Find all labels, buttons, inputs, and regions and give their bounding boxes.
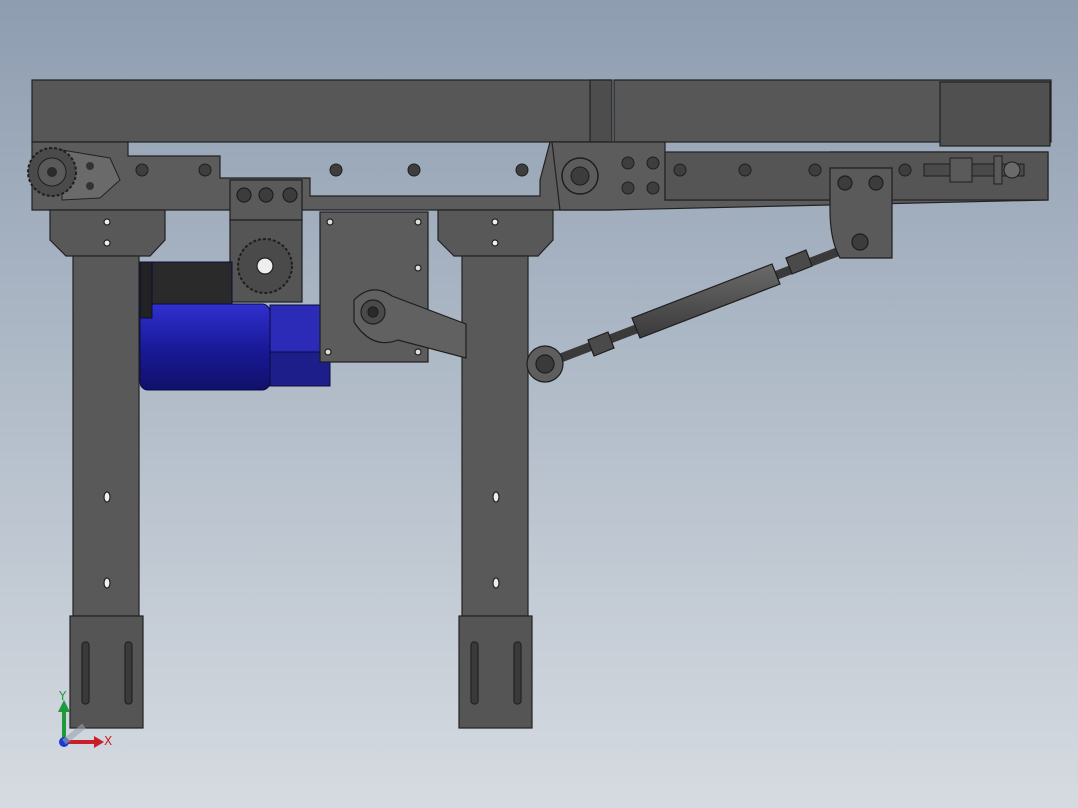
- leg-left: [69, 255, 144, 729]
- axis-x-label: X: [104, 734, 112, 748]
- conveyor-beam: [31, 79, 1052, 211]
- axis-y-label: Y: [58, 689, 67, 703]
- cad-viewport[interactable]: Y X: [0, 0, 1078, 808]
- adjustable-strut: [526, 239, 860, 383]
- strut-mount: [829, 167, 893, 259]
- pivot-hub: [561, 157, 599, 195]
- conveyor-model: Y X: [27, 79, 1052, 748]
- leg-middle: [458, 255, 533, 729]
- drive-bracket: [229, 179, 303, 303]
